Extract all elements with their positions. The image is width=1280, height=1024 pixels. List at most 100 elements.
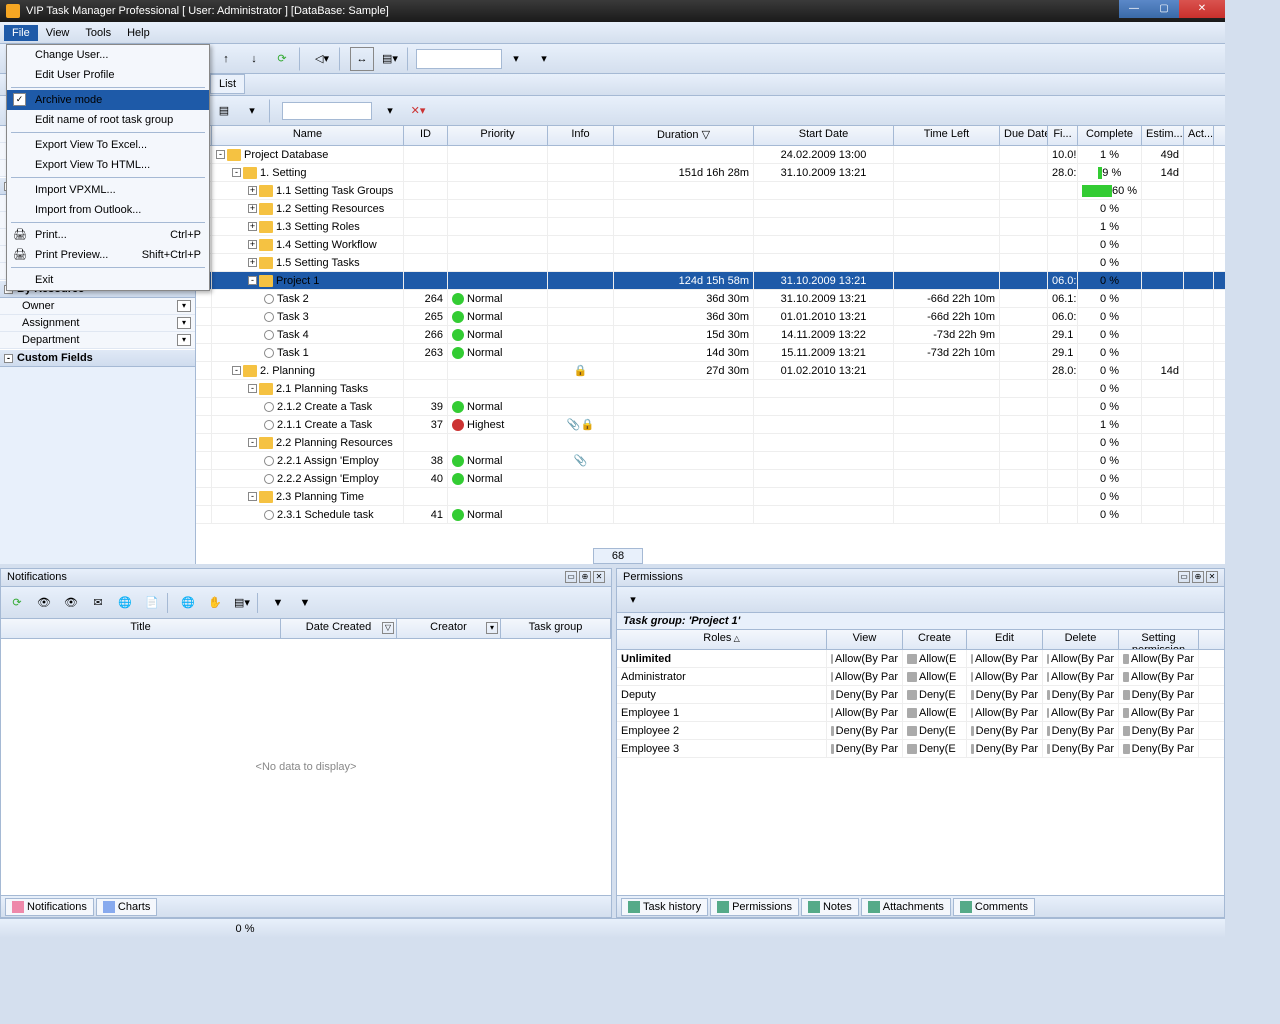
task-row[interactable]: 2.1.2 Create a Task39Normal0 % [196,398,1225,416]
task-row[interactable]: 2.2.2 Assign 'Employ40Normal0 % [196,470,1225,488]
column-header[interactable]: Fi... [1048,126,1078,145]
globe2-icon[interactable]: 🌐 [176,591,200,615]
task-row[interactable]: +1.5 Setting Tasks0 % [196,254,1225,272]
arrow-down-icon[interactable]: ↓ [242,47,266,71]
refresh-icon[interactable]: ⟳ [270,47,294,71]
col-creator[interactable]: Creator▾ [397,619,501,638]
perm-column[interactable]: View [827,630,903,649]
menu-item[interactable]: Import from Outlook... [7,200,209,220]
column-header[interactable]: Duration ▽ [614,126,754,145]
menu-item[interactable]: Edit name of root task group [7,110,209,130]
menu-item[interactable]: Edit User Profile [7,65,209,85]
task-row[interactable]: -Project Database24.02.2009 13:0010.0!1 … [196,146,1225,164]
menu-item[interactable]: Import VPXML... [7,180,209,200]
panel-restore-icon[interactable]: ▭ [565,571,577,583]
panel-close-icon[interactable]: ✕ [593,571,605,583]
tool-save-icon[interactable]: ▾ [378,99,402,123]
perm-tab[interactable]: Attachments [861,898,951,916]
hand-icon[interactable]: ✋ [203,591,227,615]
column-header[interactable]: Start Date [754,126,894,145]
sidebar-item[interactable]: Department▾ [0,332,195,349]
panel-close-icon[interactable]: ✕ [1206,571,1218,583]
menu-item[interactable]: Export View To Excel... [7,135,209,155]
perm-tab[interactable]: Permissions [710,898,799,916]
arrow-up-icon[interactable]: ↑ [214,47,238,71]
menu-help[interactable]: Help [119,25,158,41]
tab-notifications[interactable]: Notifications [5,898,94,916]
task-row[interactable]: Task 2264Normal36d 30m31.10.2009 13:21-6… [196,290,1225,308]
filter2-icon[interactable]: ▼ [293,591,317,615]
view2-icon[interactable]: 👁 [59,591,83,615]
perm-column[interactable]: Create [903,630,967,649]
perm-tab[interactable]: Notes [801,898,859,916]
grid-body[interactable]: -Project Database24.02.2009 13:0010.0!1 … [196,146,1225,544]
minimize-button[interactable]: — [1119,0,1149,18]
column-header[interactable]: Time Left [894,126,1000,145]
task-row[interactable]: -2.2 Planning Resources0 % [196,434,1225,452]
task-row[interactable]: Task 3265Normal36d 30m01.01.2010 13:21-6… [196,308,1225,326]
task-row[interactable]: +1.1 Setting Task Groups60 % [196,182,1225,200]
fit-width-icon[interactable]: ↔ [350,47,374,71]
perm-row[interactable]: Employee 2Deny(By ParDeny(EDeny(By ParDe… [617,722,1224,740]
task-row[interactable]: +1.4 Setting Workflow0 % [196,236,1225,254]
filter-icon[interactable]: ▼ [266,591,290,615]
task-row[interactable]: 2.2.1 Assign 'Employ38Normal📎0 % [196,452,1225,470]
column-header[interactable]: Priority [448,126,548,145]
search-input[interactable] [416,49,502,69]
perm-row[interactable]: UnlimitedAllow(By ParAllow(EAllow(By Par… [617,650,1224,668]
menu-item[interactable]: Exit [7,270,209,290]
column-header[interactable]: Info [548,126,614,145]
close-button[interactable]: ✕ [1179,0,1225,18]
menu-item[interactable]: ✓Archive mode [7,90,209,110]
columns-icon[interactable]: ▤▾ [378,47,402,71]
list-dd-icon[interactable]: ▤▾ [230,591,254,615]
task-row[interactable]: +1.2 Setting Resources0 % [196,200,1225,218]
sidebar-item[interactable]: Owner▾ [0,298,195,315]
tab-list[interactable]: List [210,74,245,94]
task-row[interactable]: +1.3 Setting Roles1 % [196,218,1225,236]
column-header[interactable]: Due Date [1000,126,1048,145]
column-header[interactable]: Estim... [1142,126,1184,145]
menu-tools[interactable]: Tools [77,25,119,41]
tool-dd-icon[interactable]: ▾ [240,99,264,123]
perm-tab[interactable]: Comments [953,898,1035,916]
perm-row[interactable]: AdministratorAllow(By ParAllow(EAllow(By… [617,668,1224,686]
sidebar-item[interactable]: Assignment▾ [0,315,195,332]
permissions-body[interactable]: UnlimitedAllow(By ParAllow(EAllow(By Par… [617,650,1224,895]
perm-column[interactable]: Roles △ [617,630,827,649]
perm-dd-icon[interactable]: ▾ [621,588,645,612]
menu-item[interactable]: Change User... [7,45,209,65]
column-header[interactable]: Act... [1184,126,1214,145]
perm-column[interactable]: Edit [967,630,1043,649]
filter-save-icon[interactable]: ▾ [504,47,528,71]
task-row[interactable]: Task 1263Normal14d 30m15.11.2009 13:21-7… [196,344,1225,362]
col-date-created[interactable]: Date Created▽ [281,619,397,638]
panel-restore-icon[interactable]: ▭ [1178,571,1190,583]
perm-column[interactable]: Setting permission [1119,630,1199,649]
task-row[interactable]: -2.1 Planning Tasks0 % [196,380,1225,398]
perm-column[interactable]: Delete [1043,630,1119,649]
column-header[interactable]: Name [212,126,404,145]
task-row[interactable]: 2.1.1 Create a Task37Highest📎🔒1 % [196,416,1225,434]
panel-pin-icon[interactable]: ⊕ [1192,571,1204,583]
refresh-icon[interactable]: ⟳ [5,591,29,615]
doc-icon[interactable]: 📄 [140,591,164,615]
task-row[interactable]: -1. Setting151d 16h 28m31.10.2009 13:212… [196,164,1225,182]
panel-pin-icon[interactable]: ⊕ [579,571,591,583]
menu-item[interactable]: 🖨Print...Ctrl+P [7,225,209,245]
tool-icon[interactable]: ▤ [212,99,236,123]
col-task-group[interactable]: Task group [501,619,611,638]
menu-file[interactable]: File [4,25,38,41]
task-row[interactable]: -2.3 Planning Time0 % [196,488,1225,506]
sidebar-group[interactable]: -Custom Fields [0,349,195,367]
task-row[interactable]: -Project 1124d 15h 58m31.10.2009 13:2106… [196,272,1225,290]
perm-row[interactable]: Employee 3Deny(By ParDeny(EDeny(By ParDe… [617,740,1224,758]
menu-view[interactable]: View [38,25,78,41]
globe-icon[interactable]: 🌐 [113,591,137,615]
tool-delete-icon[interactable]: ✕▾ [406,99,430,123]
column-header[interactable]: ID [404,126,448,145]
menu-item[interactable]: 🖨Print Preview...Shift+Ctrl+P [7,245,209,265]
mail-icon[interactable]: ✉ [86,591,110,615]
view-icon[interactable]: 👁 [32,591,56,615]
nav-back-icon[interactable]: ◁▾ [310,47,334,71]
